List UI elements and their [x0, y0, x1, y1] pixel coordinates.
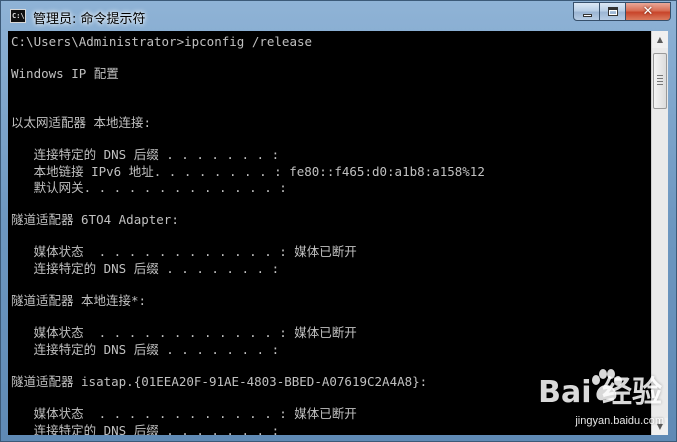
console-line: 隧道适配器 本地连接*: — [11, 293, 147, 308]
scrollbar-grip-icon — [657, 75, 663, 85]
minimize-button[interactable] — [573, 2, 600, 21]
watermark-url: jingyan.baidu.com — [575, 415, 664, 427]
minimize-icon — [583, 14, 592, 17]
baidu-jingyan-watermark: Bai 经验 jingyan.baidu.com — [534, 367, 666, 437]
console-line: 连接特定的 DNS 后缀 . . . . . . . : — [11, 260, 280, 276]
console-lines: C:\Users\Administrator>ipconfig /release… — [11, 34, 485, 435]
cmd-window: C:\ 管理员: 命令提示符 ✕ C:\Users\Administrator>… — [0, 0, 677, 442]
console-line: 媒体状态 . . . . . . . . . . . . : 媒体已断开 — [11, 325, 357, 341]
console-line: 隧道适配器 6TO4 Adapter: — [11, 212, 179, 228]
caption-buttons: ✕ — [573, 2, 671, 21]
console-line: 媒体状态 . . . . . . . . . . . . : 媒体已断开 — [11, 244, 357, 260]
maximize-button[interactable] — [600, 2, 626, 21]
console-line: 默认网关. . . . . . . . . . . . . : — [11, 179, 287, 195]
console-line: C:\Users\Administrator>ipconfig /release — [11, 34, 313, 49]
scroll-up-arrow-icon[interactable]: ▲ — [652, 31, 668, 48]
close-button[interactable]: ✕ — [626, 2, 671, 21]
scrollbar-thumb[interactable] — [653, 53, 667, 109]
close-icon: ✕ — [642, 4, 654, 19]
window-title: 管理员: 命令提示符 — [33, 12, 146, 27]
console-line: 隧道适配器 isatap.{01EEA20F-91AE-4803-BBED-A0… — [11, 373, 428, 389]
console-line: 以太网适配器 本地连接: — [11, 114, 152, 130]
title-bar[interactable]: C:\ 管理员: 命令提示符 ✕ — [1, 1, 676, 31]
console-line: 媒体状态 . . . . . . . . . . . . : 媒体已断开 — [11, 406, 357, 422]
console-line: Windows IP 配置 — [11, 66, 119, 82]
console-line: 本地链接 IPv6 地址. . . . . . . . : fe80::f465… — [11, 163, 485, 179]
console-line: 连接特定的 DNS 后缀 . . . . . . . : — [11, 422, 280, 436]
console-line: 连接特定的 DNS 后缀 . . . . . . . : — [11, 147, 280, 163]
baidu-paw-icon — [592, 369, 622, 401]
maximize-icon — [608, 7, 618, 16]
console-line: 连接特定的 DNS 后缀 . . . . . . . : — [11, 341, 280, 357]
cmd-app-icon[interactable]: C:\ — [10, 9, 26, 23]
